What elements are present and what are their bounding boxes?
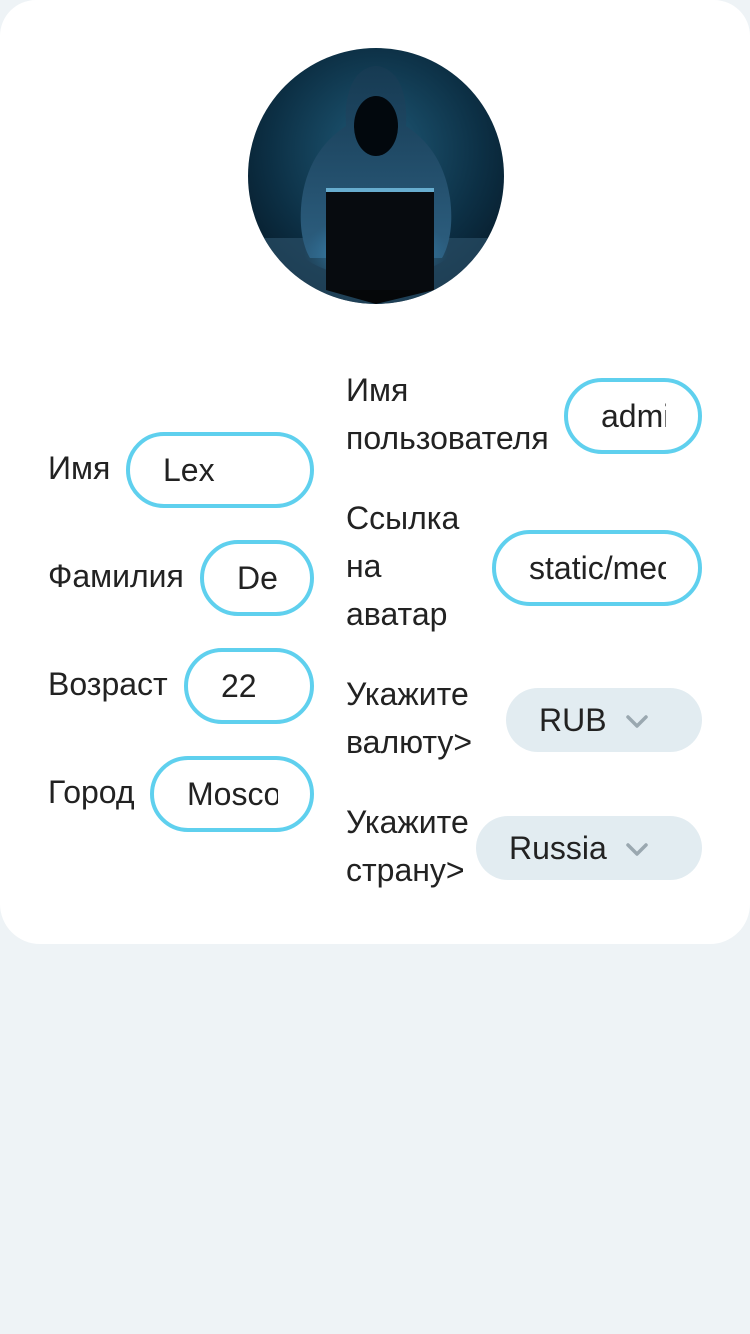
country-label-line2: страну> xyxy=(346,852,465,888)
age-field[interactable] xyxy=(184,648,314,724)
chevron-down-icon xyxy=(626,715,648,728)
username-label-line1: Имя xyxy=(346,372,409,408)
age-input[interactable] xyxy=(188,652,310,720)
country-select-value: Russia xyxy=(509,830,607,866)
avatar-link-input[interactable] xyxy=(496,534,698,602)
last-name-input[interactable] xyxy=(204,544,310,612)
username-field[interactable] xyxy=(564,378,702,454)
avatar-link-label-line2: на xyxy=(346,548,382,584)
hooded-hacker-avatar-icon xyxy=(248,48,504,304)
last-name-label: Фамилия xyxy=(48,558,184,594)
city-input[interactable] xyxy=(154,760,310,828)
first-name-input[interactable] xyxy=(130,436,310,504)
first-name-label: Имя xyxy=(48,450,111,486)
country-label-line1: Укажите xyxy=(346,804,469,840)
username-input[interactable] xyxy=(568,382,698,450)
avatar-link-label-line3: аватар xyxy=(346,596,448,632)
age-label: Возраст xyxy=(48,666,168,702)
country-select[interactable]: Russia xyxy=(476,816,702,880)
city-field[interactable] xyxy=(150,756,314,832)
avatar-link-field[interactable] xyxy=(492,530,702,606)
city-label: Город xyxy=(48,774,135,810)
avatar xyxy=(248,48,504,304)
currency-label-line2: валюту> xyxy=(346,724,473,760)
profile-card: Имя Фамилия Возраст Город Имя пользовате… xyxy=(0,0,750,944)
chevron-down-icon xyxy=(626,843,648,856)
username-label-line2: пользователя xyxy=(346,420,549,456)
currency-select-value: RUB xyxy=(539,702,607,738)
currency-label-line1: Укажите xyxy=(346,676,469,712)
currency-select[interactable]: RUB xyxy=(506,688,702,752)
avatar-link-label-line1: Ссылка xyxy=(346,500,460,536)
first-name-field[interactable] xyxy=(126,432,314,508)
last-name-field[interactable] xyxy=(200,540,314,616)
